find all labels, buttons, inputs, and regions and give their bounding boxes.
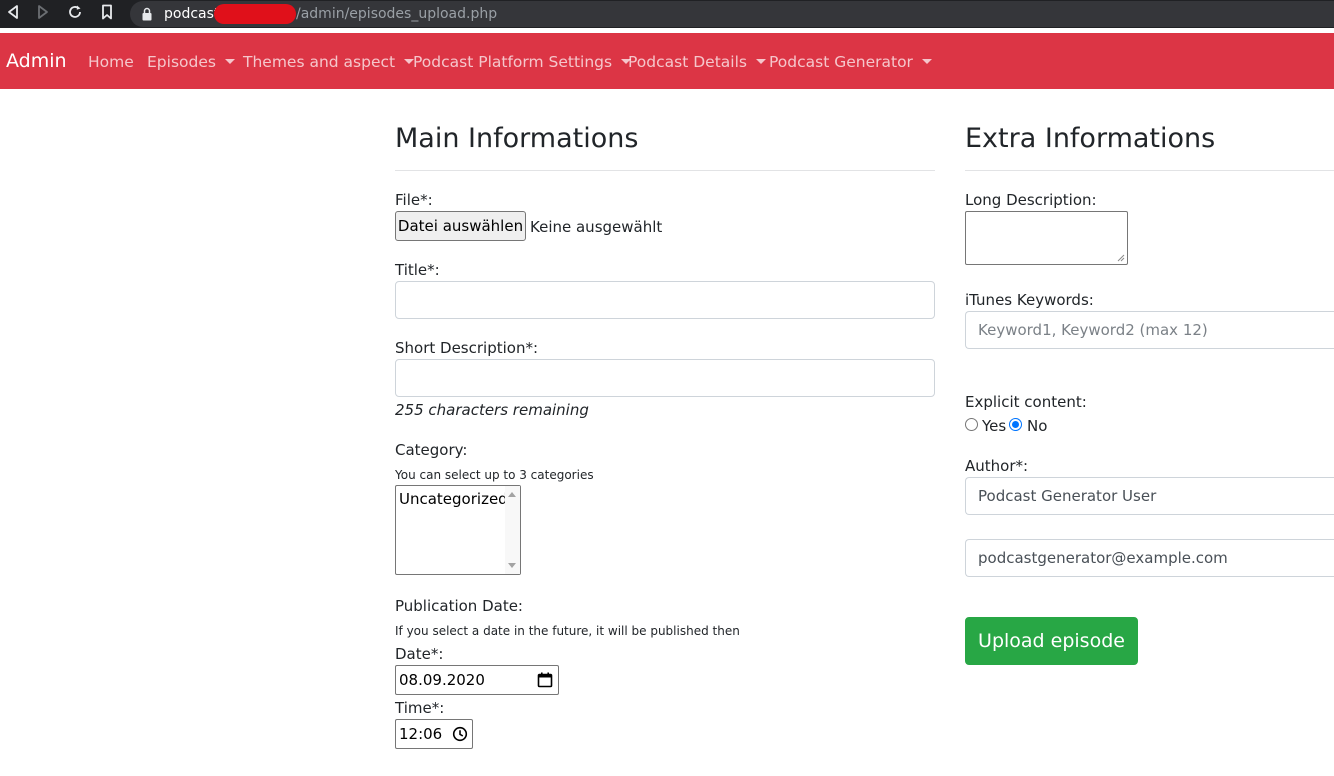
nav-podcast-details-label: Podcast Details [628,53,747,71]
extra-heading-divider [965,170,1334,171]
explicit-no-radio[interactable] [1009,418,1022,431]
back-icon[interactable] [6,4,20,25]
redaction-mark [214,4,296,24]
file-status: Keine ausgewählt [530,218,663,236]
time-value: 12:06 [399,725,443,743]
itunes-keywords-placeholder: Keyword1, Keyword2 (max 12) [978,321,1208,339]
author-name-input[interactable]: Podcast Generator User [965,477,1334,515]
nav-podcast-generator-dropdown[interactable]: Podcast Generator [769,52,932,72]
upload-episode-button[interactable]: Upload episode [965,617,1138,665]
caret-down-icon [921,59,932,64]
short-description-input[interactable] [395,359,935,397]
forward-icon[interactable] [36,4,50,25]
nav-podcast-generator-label: Podcast Generator [769,53,913,71]
category-scrollbar[interactable] [505,486,520,574]
short-description-label: Short Description*: [395,339,539,357]
bookmark-icon[interactable] [101,4,113,25]
nav-episodes-dropdown[interactable]: Episodes [147,52,235,72]
admin-navbar: Admin Home Episodes Themes and aspect Po… [0,33,1334,89]
author-email-input[interactable]: podcastgenerator@example.com [965,539,1334,577]
date-value: 08.09.2020 [399,671,485,689]
scroll-down-icon[interactable] [508,563,516,568]
explicit-content-label: Explicit content: [965,393,1087,411]
nav-episodes-label: Episodes [147,53,216,71]
itunes-keywords-input[interactable]: Keyword1, Keyword2 (max 12) [965,311,1334,349]
publication-date-label: Publication Date: [395,597,523,615]
caret-down-icon [224,59,235,64]
explicit-yes-radio[interactable] [965,418,978,431]
url-path: /admin/episodes_upload.php [296,6,498,22]
main-heading-divider [395,170,935,171]
time-label: Time*: [395,699,445,717]
address-bar[interactable]: podcast. /admin/episodes_upload.php [130,1,1334,27]
nav-home-label: Home [88,53,134,71]
time-input[interactable]: 12:06 [395,719,473,749]
long-description-textarea[interactable] [965,211,1128,265]
caret-down-icon [755,59,766,64]
category-label: Category: [395,441,468,459]
explicit-no-label[interactable]: No [1027,416,1047,436]
long-description-label: Long Description: [965,191,1097,209]
nav-platform-settings-dropdown[interactable]: Podcast Platform Settings [413,52,632,72]
nav-platform-settings-label: Podcast Platform Settings [413,53,613,71]
date-label: Date*: [395,645,444,663]
publication-date-help: If you select a date in the future, it w… [395,624,740,638]
nav-home[interactable]: Home [88,52,134,72]
lock-icon [142,6,152,21]
clock-icon[interactable] [452,726,468,742]
calendar-icon[interactable] [537,672,553,688]
resize-handle-icon[interactable] [1117,254,1125,262]
category-help-text: You can select up to 3 categories [395,468,594,482]
category-select[interactable]: Uncategorized [395,485,521,575]
file-choose-button[interactable]: Datei auswählen [395,211,526,241]
file-label: File*: [395,191,433,209]
explicit-yes-label[interactable]: Yes [982,416,1006,436]
scroll-up-icon[interactable] [508,492,516,497]
reload-icon[interactable] [67,4,83,25]
itunes-keywords-label: iTunes Keywords: [965,291,1094,309]
nav-podcast-details-dropdown[interactable]: Podcast Details [628,52,766,72]
extra-informations-heading: Extra Informations [965,123,1216,154]
title-input[interactable] [395,281,935,319]
nav-themes-dropdown[interactable]: Themes and aspect [243,52,415,72]
browser-toolbar: podcast. /admin/episodes_upload.php [0,0,1334,28]
characters-remaining: 255 characters remaining [395,401,589,419]
date-input[interactable]: 08.09.2020 [395,665,559,695]
main-informations-heading: Main Informations [395,123,639,154]
category-option[interactable]: Uncategorized [399,488,508,510]
title-label: Title*: [395,261,440,279]
author-label: Author*: [965,457,1029,475]
nav-themes-label: Themes and aspect [243,53,396,71]
navbar-brand[interactable]: Admin [6,49,67,73]
